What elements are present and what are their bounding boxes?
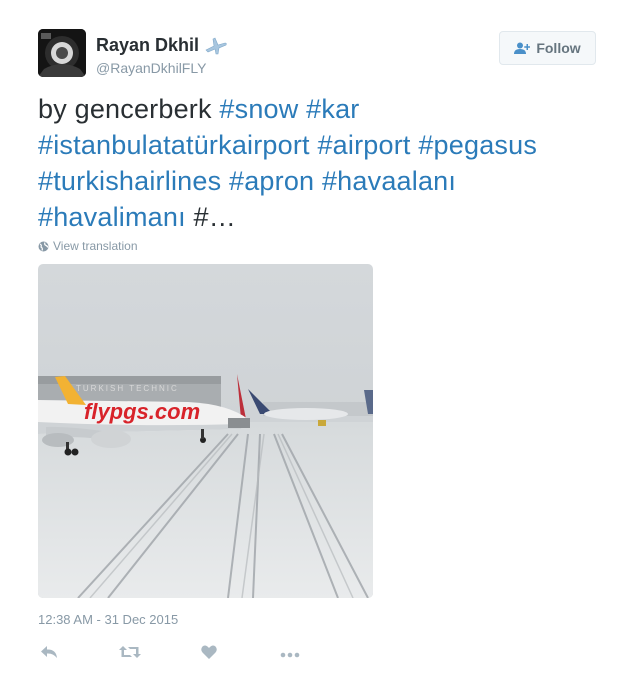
reply-button[interactable] — [38, 644, 60, 664]
globe-icon — [38, 241, 49, 252]
hashtag-link[interactable]: #istanbulatatürkairport — [38, 130, 310, 160]
avatar[interactable] — [38, 29, 86, 77]
retweet-button[interactable] — [119, 644, 141, 664]
hashtag-link[interactable]: #airport — [317, 130, 410, 160]
hashtag-link[interactable]: #pegasus — [418, 130, 537, 160]
more-icon — [280, 645, 300, 663]
like-button[interactable] — [198, 644, 220, 664]
hashtag-link[interactable]: #apron — [229, 166, 314, 196]
add-user-icon — [514, 42, 531, 55]
view-translation-link[interactable]: View translation — [38, 239, 138, 253]
reply-icon — [40, 645, 58, 664]
view-translation-label: View translation — [53, 239, 138, 253]
airplane-icon — [205, 37, 227, 55]
hangar-sign: TURKISH TECHNIC — [76, 384, 179, 393]
retweet-icon — [119, 645, 141, 664]
aircraft-livery: flypgs.com — [84, 399, 200, 424]
hashtag-link[interactable]: #kar — [306, 94, 359, 124]
hashtag-link[interactable]: #havalimanı — [38, 202, 186, 232]
hashtag-link[interactable]: #turkishairlines — [38, 166, 221, 196]
tweet-timestamp[interactable]: 12:38 AM - 31 Dec 2015 — [38, 612, 178, 627]
tweet-text-segment: by gencerberk — [38, 94, 220, 124]
tweet-text: by gencerberk #snow #kar #istanbulatatür… — [38, 91, 598, 235]
user-handle[interactable]: @RayanDkhilFLY — [96, 60, 206, 76]
more-button[interactable] — [279, 644, 301, 664]
tweet-text-segment — [314, 166, 322, 196]
display-name[interactable]: Rayan Dkhil — [96, 35, 199, 56]
tweet-header: Rayan Dkhil @RayanDkhilFLY Follow — [38, 29, 598, 79]
follow-button[interactable]: Follow — [499, 31, 596, 65]
tweet-text-segment: #… — [185, 202, 236, 232]
hashtag-link[interactable]: #snow — [219, 94, 298, 124]
follow-button-label: Follow — [536, 40, 581, 56]
tweet-photo[interactable]: TURKISH TECHNIC flypgs.com — [38, 264, 373, 598]
hashtag-link[interactable]: #havaalanı — [322, 166, 456, 196]
tweet-text-segment — [298, 94, 306, 124]
heart-icon — [201, 645, 217, 664]
name-row: Rayan Dkhil — [96, 35, 227, 56]
tweet-text-segment — [221, 166, 229, 196]
